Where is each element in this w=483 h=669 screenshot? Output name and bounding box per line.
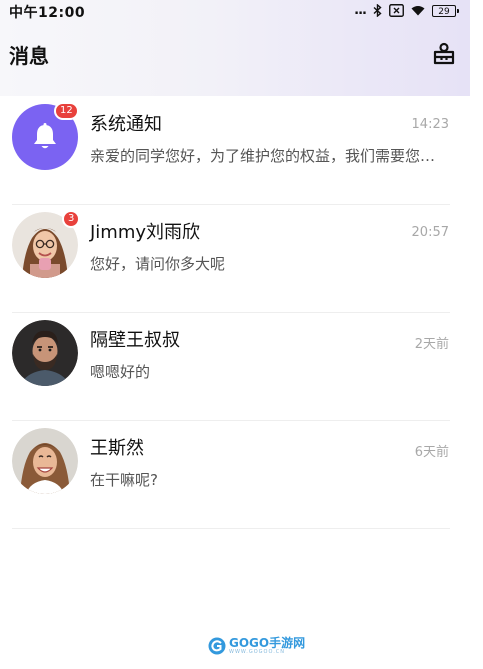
conversation-item-wang-siran[interactable]: 王斯然 在干嘛呢? 6天前 <box>0 421 470 529</box>
contacts-icon[interactable] <box>432 42 456 66</box>
conversation-item-system-notice[interactable]: 12 系统通知 亲爱的同学您好，为了维护您的权益，我们需要您完成身份认证 14:… <box>0 97 470 205</box>
conversation-list: 12 系统通知 亲爱的同学您好，为了维护您的权益，我们需要您完成身份认证 14:… <box>0 97 470 529</box>
message-time: 20:57 <box>411 225 449 240</box>
contact-name: Jimmy刘雨欣 <box>90 222 201 243</box>
last-message: 您好，请问你多大呢 <box>90 255 226 273</box>
smiling-woman-photo-icon <box>12 428 78 494</box>
last-message: 嗯嗯好的 <box>90 363 151 381</box>
conversation-item-uncle-wang[interactable]: 隔壁王叔叔 嗯嗯好的 2天前 <box>0 313 470 421</box>
last-message: 亲爱的同学您好，为了维护您的权益，我们需要您完成身份认证 <box>90 147 448 165</box>
sim-card-icon <box>389 4 404 17</box>
avatar <box>12 320 78 386</box>
wifi-icon <box>411 6 425 16</box>
watermark: GOGO手游网 WWW.GOGOO.CN <box>208 637 305 655</box>
message-time: 6天前 <box>414 445 449 460</box>
page-title: 消息 <box>9 44 49 68</box>
unread-badge: 12 <box>54 102 79 120</box>
last-message: 在干嘛呢? <box>90 471 158 489</box>
status-bar: 中午12:00 ... 29 <box>0 0 470 22</box>
watermark-text: GOGO手游网 <box>229 636 306 650</box>
watermark-text-group: GOGO手游网 WWW.GOGOO.CN <box>229 637 305 655</box>
status-icons: ... 29 <box>354 3 459 18</box>
unread-badge: 3 <box>62 210 81 228</box>
contact-name: 隔壁王叔叔 <box>90 330 180 351</box>
avatar <box>12 428 78 494</box>
bearded-man-photo-icon <box>12 320 78 386</box>
contact-name: 王斯然 <box>90 438 144 459</box>
message-time: 14:23 <box>411 117 449 132</box>
battery-icon: 29 <box>432 4 459 17</box>
contact-name: 系统通知 <box>90 114 162 135</box>
avatar: 3 <box>12 210 81 278</box>
gogo-logo-icon <box>208 637 226 655</box>
signal-dots-icon: ... <box>354 3 367 18</box>
avatar: 12 <box>12 102 79 170</box>
bluetooth-icon <box>373 4 382 17</box>
conversation-item-jimmy[interactable]: 3 Jimmy刘雨欣 您好，请问你多大呢 20:57 <box>0 205 470 313</box>
message-time: 2天前 <box>414 337 449 352</box>
status-time: 中午12:00 <box>9 5 86 21</box>
bell-icon <box>34 123 56 149</box>
